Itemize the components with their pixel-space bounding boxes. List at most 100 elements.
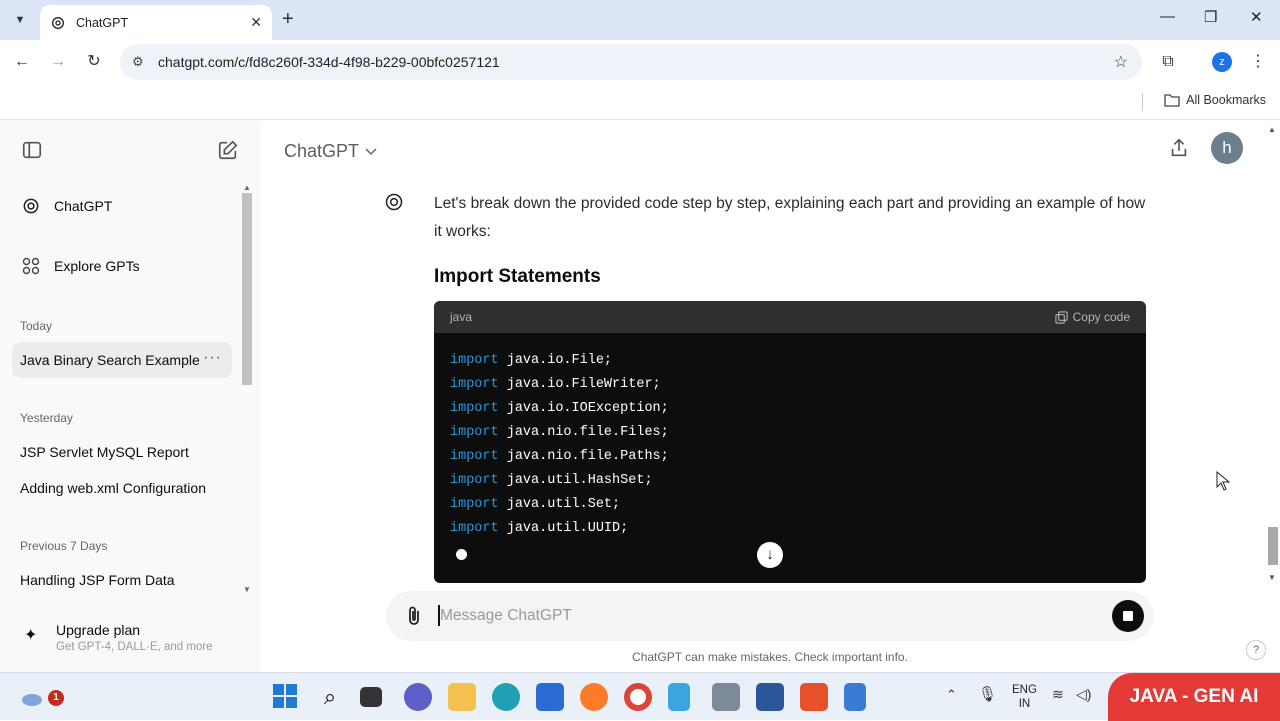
user-avatar[interactable]: h [1211,132,1243,164]
microphone-icon[interactable]: 🎙 [978,685,997,703]
sidebar-item-label: ChatGPT [54,198,113,214]
task-view-icon[interactable] [360,687,382,707]
chat-item[interactable]: JSP Servlet MySQL Report [12,434,232,470]
store-icon[interactable] [536,683,564,711]
code-line: import java.io.IOException; [450,397,1130,421]
message-composer [386,591,1154,641]
chat-main: ChatGPT h Let's break down the provided … [260,121,1280,672]
stop-generating-button[interactable] [1112,600,1144,632]
code-keyword: import [450,497,499,512]
code-keyword: import [450,473,499,488]
attach-icon[interactable] [404,605,424,627]
text-caret [438,605,440,626]
grid-icon [22,257,40,275]
share-icon[interactable] [1168,137,1190,159]
chat-item[interactable]: Java Binary Search Example ··· [12,342,232,378]
back-icon[interactable]: ← [12,52,32,72]
firefox-icon[interactable] [580,683,608,711]
sidebar: ChatGPT Explore GPTs Today Java Binary S… [0,121,260,672]
sidebar-scrollbar[interactable]: ▲ ▼ [240,183,254,594]
url-text[interactable]: chatgpt.com/c/fd8c260f-334d-4f98-b229-00… [158,54,500,70]
chat-title: Handling JSP Form Data [20,572,175,588]
more-options-icon[interactable]: ··· [203,349,222,367]
language-indicator[interactable]: ENG IN [1012,683,1037,711]
code-keyword: import [450,425,499,440]
site-settings-icon[interactable]: ⚙ [132,54,152,70]
message-input[interactable] [440,603,1060,629]
code-language: java [450,310,473,324]
reload-icon[interactable]: ↻ [84,52,104,72]
bookmarks-bar: All Bookmarks [0,84,1280,120]
all-bookmarks-button[interactable]: All Bookmarks [1142,93,1266,111]
snipping-tool-icon[interactable] [668,683,690,711]
teams-icon[interactable] [404,683,432,711]
scrollbar-thumb[interactable] [1268,527,1278,565]
new-chat-icon[interactable] [217,139,239,161]
chevron-up-icon[interactable]: ⌃ [946,687,957,703]
scroll-down-icon[interactable]: ▼ [1268,573,1276,582]
edge-icon[interactable] [492,683,520,711]
browser-menu-icon[interactable]: ⋮ [1248,52,1268,72]
bookmark-star-icon[interactable]: ☆ [1114,52,1128,72]
browser-toolbar: ← → ↻ ⚙ chatgpt.com/c/fd8c260f-334d-4f98… [0,40,1280,84]
code-line: import java.util.HashSet; [450,469,1130,493]
word-icon[interactable] [756,683,784,711]
sidebar-item-chatgpt[interactable]: ChatGPT [12,188,232,224]
address-bar[interactable]: ⚙ chatgpt.com/c/fd8c260f-334d-4f98-b229-… [120,44,1142,80]
section-heading: Import Statements [434,266,601,287]
minimize-icon[interactable]: — [1160,8,1175,25]
model-selector[interactable]: ChatGPT [284,141,377,162]
sidebar-item-explore-gpts[interactable]: Explore GPTs [12,248,232,284]
copy-code-button[interactable]: Copy code [1054,310,1130,324]
code-line: import java.util.Set; [450,493,1130,517]
code-keyword: import [450,521,499,536]
code-line: import java.nio.file.Files; [450,421,1130,445]
chat-item[interactable]: Handling JSP Form Data [12,562,232,598]
browser-tab-active[interactable]: ChatGPT ✕ [40,5,272,40]
chat-scrollbar[interactable]: ▲ ▼ [1264,121,1280,591]
model-name: ChatGPT [284,141,360,161]
code-line: import java.nio.file.Paths; [450,445,1130,469]
close-window-icon[interactable]: ✕ [1250,8,1263,26]
brand-banner: JAVA - GEN AI [1108,673,1280,721]
file-explorer-icon[interactable] [448,683,476,711]
taskbar: 1 ⌕ ⌃ 🎙 ENG IN ≋ ◁) JAVA - GEN AI [0,672,1280,721]
scrollbar-thumb[interactable] [242,193,252,385]
restore-icon[interactable]: ❐ [1204,8,1217,26]
extensions-icon[interactable]: ⧉ [1158,52,1178,72]
search-icon[interactable]: ⌕ [316,683,344,711]
intellij-icon[interactable] [800,683,828,711]
weather-widget[interactable]: 1 [18,683,64,711]
disclaimer-text: ChatGPT can make mistakes. Check importa… [632,650,908,664]
close-tab-icon[interactable]: ✕ [250,14,262,31]
code-text: java.util.HashSet; [506,473,653,488]
forward-icon[interactable]: → [48,52,68,72]
new-tab-button[interactable]: + [282,8,294,30]
volume-icon[interactable]: ◁) [1076,686,1091,703]
chat-item[interactable]: Adding web.xml Configuration [12,470,232,506]
start-button[interactable] [272,683,300,711]
stop-icon [1123,611,1133,621]
sidebar-item-label: Explore GPTs [54,258,140,274]
code-keyword: import [450,401,499,416]
code-text: java.nio.file.Paths; [506,449,669,464]
help-button[interactable]: ? [1246,640,1266,660]
scroll-to-bottom-button[interactable]: ↓ [757,542,783,568]
code-keyword: import [450,449,499,464]
scroll-up-icon[interactable]: ▲ [1268,125,1276,134]
calculator-icon[interactable] [712,683,740,711]
upgrade-plan-button[interactable]: ✦ Upgrade plan Get GPT-4, DALL·E, and mo… [20,619,240,663]
chrome-icon[interactable] [624,683,652,711]
tab-search-button[interactable]: ▼ [8,8,32,32]
profile-avatar[interactable]: z [1212,52,1232,72]
chat-title: JSP Servlet MySQL Report [20,444,189,460]
scroll-down-icon[interactable]: ▼ [243,585,251,594]
openai-icon [52,16,64,29]
code-block-header: java Copy code [434,301,1146,333]
toggle-sidebar-icon[interactable] [21,139,43,161]
notepad-icon[interactable] [844,683,866,711]
section-heading-yesterday: Yesterday [20,411,73,425]
scroll-up-icon[interactable]: ▲ [243,183,251,192]
openai-icon [23,198,39,214]
wifi-icon[interactable]: ≋ [1052,686,1064,703]
